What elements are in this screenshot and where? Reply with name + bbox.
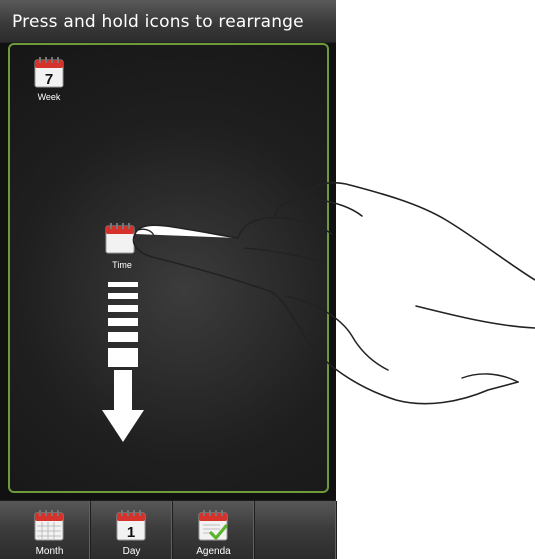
tab-label-agenda: Agenda	[196, 546, 231, 557]
instruction-text: Press and hold icons to rearrange	[12, 12, 304, 32]
bottom-tab-bar: Month 1 Day Agenda	[0, 500, 337, 559]
calendar-grid-icon	[34, 510, 64, 541]
tab-month[interactable]: Month	[9, 501, 91, 559]
hand-pointer-icon	[132, 182, 535, 405]
tab-label-day: Day	[122, 546, 141, 557]
calendar-check-icon	[198, 510, 228, 541]
tab-label-month: Month	[35, 546, 64, 557]
tab-agenda[interactable]: Agenda	[173, 501, 255, 559]
title-bar: Press and hold icons to rearrange	[0, 0, 336, 43]
day-calendar-number: 1	[127, 524, 135, 541]
week-calendar-icon[interactable]: 7	[34, 56, 64, 88]
icon-label-week: Week	[37, 92, 61, 102]
week-calendar-number: 7	[45, 71, 53, 88]
calendar-icon: 1	[116, 510, 146, 541]
tab-day[interactable]: 1 Day	[91, 501, 173, 559]
tab-empty-slot[interactable]	[255, 501, 337, 559]
